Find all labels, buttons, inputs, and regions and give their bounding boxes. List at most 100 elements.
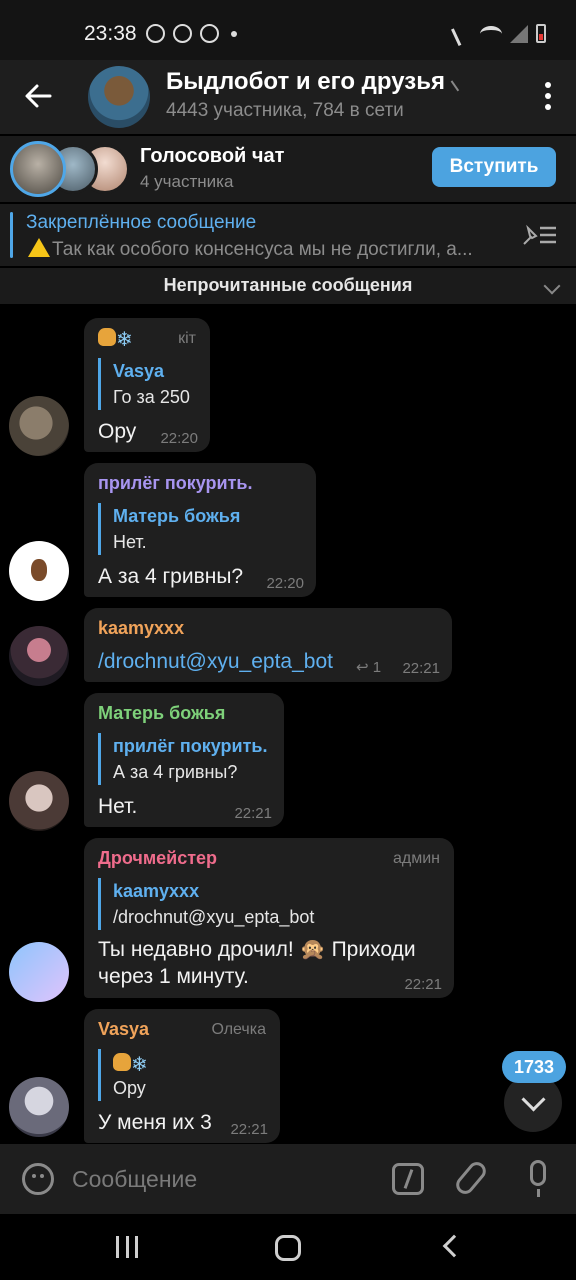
reply-text: Ору	[113, 1078, 146, 1098]
snowflake-icon: ❄	[116, 329, 133, 351]
message-time: 22:20	[160, 430, 198, 447]
message-bubble[interactable]: Матерь божья прилёг покурить. А за 4 гри…	[84, 693, 284, 827]
message-bubble[interactable]: Vasya Олечка ❄ Ору У меня их 3 22:21	[84, 1009, 280, 1143]
system-navigation-bar	[0, 1214, 576, 1280]
sender-name[interactable]: Vasya	[98, 1019, 149, 1040]
muted-icon	[450, 74, 468, 92]
chrome-icon	[200, 24, 219, 43]
reply-quote[interactable]: ❄ Ору	[98, 1049, 148, 1101]
back-arrow-icon[interactable]	[22, 80, 54, 112]
sync-icon	[173, 24, 192, 43]
bot-commands-icon[interactable]	[392, 1163, 424, 1195]
reply-arrow-icon: ↩	[356, 659, 369, 676]
user-avatar[interactable]	[9, 626, 69, 686]
cat-icon	[113, 1053, 131, 1071]
pinned-list-icon[interactable]	[522, 224, 558, 246]
pinned-indicator	[10, 212, 13, 258]
reply-quote[interactable]: Vasya Го за 250	[98, 358, 190, 410]
replies-count: 1	[372, 659, 382, 676]
reply-author: Матерь божья	[113, 506, 241, 526]
attach-icon[interactable]	[452, 1158, 490, 1198]
reply-text: /drochnut@xyu_epta_bot	[113, 907, 315, 927]
reply-text: Нет.	[113, 532, 147, 552]
home-icon[interactable]	[275, 1235, 301, 1261]
whatsapp-icon	[146, 24, 165, 43]
microphone-icon[interactable]	[530, 1160, 546, 1197]
message-text: Нет.	[98, 795, 138, 818]
message-bubble[interactable]: kaamyxxx /drochnut@xyu_epta_bot ↩ 1 22:2…	[84, 608, 452, 682]
reply-author: kaamyxxx	[113, 881, 200, 901]
message-time: 22:21	[404, 976, 442, 993]
reply-author: Vasya	[113, 361, 165, 381]
voice-chat-bar[interactable]: Голосовой чат 4 участника Вступить	[0, 136, 576, 202]
user-title-badge: кіт	[178, 330, 196, 347]
status-system-icons	[451, 21, 546, 46]
status-time: 23:38	[84, 22, 137, 45]
reply-author: прилёг покурить.	[113, 736, 268, 756]
user-avatar[interactable]	[9, 771, 69, 831]
join-voice-button[interactable]: Вступить	[432, 147, 556, 187]
bot-command-link[interactable]: /drochnut@xyu_epta_bot	[98, 650, 333, 674]
user-title-badge: админ	[392, 850, 440, 867]
message-time: 22:21	[234, 805, 272, 822]
message-time: 22:21	[230, 1121, 268, 1138]
message-text-line-1: Ты недавно дрочил! 🙊 Приходи	[98, 938, 416, 961]
status-bar: 23:38	[0, 0, 576, 60]
sender-emoji: ❄	[98, 328, 133, 351]
cat-icon	[98, 328, 116, 346]
more-options-icon[interactable]	[544, 82, 552, 110]
reply-quote[interactable]: kaamyxxx /drochnut@xyu_epta_bot	[98, 878, 314, 930]
voice-chat-subtitle: 4 участника	[140, 172, 234, 191]
message-text-line-2: через 1 минуту.	[98, 965, 249, 988]
warning-icon	[28, 238, 50, 257]
voice-participant-avatar	[10, 141, 66, 197]
reply-quote[interactable]: Матерь божья Нет.	[98, 503, 240, 555]
snowflake-icon: ❄	[131, 1054, 148, 1076]
message-text: Ору	[98, 420, 137, 443]
unread-messages-divider: Непрочитанные сообщения	[0, 268, 576, 304]
message-text: А за 4 гривны?	[98, 565, 244, 588]
message-bubble[interactable]: Дрочмейстер админ kaamyxxx /drochnut@xyu…	[84, 838, 454, 998]
message-text: У меня их 3	[98, 1111, 212, 1134]
chat-title[interactable]: Быдлобот и его друзья	[166, 68, 468, 96]
message-input[interactable]	[72, 1162, 372, 1196]
sender-name[interactable]: Дрочмейстер	[98, 848, 217, 869]
recent-apps-icon[interactable]	[116, 1236, 138, 1258]
emoji-icon[interactable]	[22, 1163, 54, 1195]
chat-subtitle: 4443 участника, 784 в сети	[166, 100, 404, 121]
replies-counter[interactable]: ↩ 1	[356, 658, 381, 676]
system-back-icon[interactable]	[442, 1234, 466, 1258]
unread-count-badge: 1733	[502, 1051, 566, 1083]
user-avatar[interactable]	[9, 1077, 69, 1137]
user-avatar[interactable]	[9, 541, 69, 601]
signal-icon	[510, 24, 528, 43]
status-notification-icons	[146, 24, 237, 43]
chat-avatar[interactable]	[88, 66, 150, 128]
voice-chat-title: Голосовой чат	[140, 145, 285, 167]
message-bubble[interactable]: прилёг покурить. Матерь божья Нет. А за …	[84, 463, 316, 597]
wifi-icon	[480, 25, 502, 42]
battery-icon	[536, 24, 546, 43]
more-notifications-icon	[231, 30, 237, 37]
pinned-text: Так как особого консенсуса мы не достигл…	[52, 239, 473, 260]
unread-label: Непрочитанные сообщения	[163, 275, 413, 295]
message-time: 22:20	[266, 575, 304, 592]
chat-header: Быдлобот и его друзья 4443 участника, 78…	[0, 60, 576, 134]
message-composer	[0, 1144, 576, 1214]
pinned-message-bar[interactable]: Закреплённое сообщение Так как особого к…	[0, 204, 576, 266]
sender-name[interactable]: прилёг покурить.	[98, 473, 252, 494]
reply-author-emoji: ❄	[113, 1049, 148, 1075]
message-bubble[interactable]: ❄ кіт Vasya Го за 250 Ору 22:20	[84, 318, 210, 452]
sender-name[interactable]: Матерь божья	[98, 703, 225, 724]
message-time: 22:21	[402, 660, 440, 677]
sender-name[interactable]: kaamyxxx	[98, 618, 184, 639]
user-avatar[interactable]	[9, 396, 69, 456]
pinned-title: Закреплённое сообщение	[26, 212, 257, 233]
pinned-preview: Так как особого консенсуса мы не достигл…	[26, 238, 516, 261]
reply-text: Го за 250	[113, 387, 190, 407]
reply-text: А за 4 гривны?	[113, 762, 238, 782]
chat-title-text: Быдлобот и его друзья	[166, 68, 445, 95]
user-avatar[interactable]	[9, 942, 69, 1002]
reply-quote[interactable]: прилёг покурить. А за 4 гривны?	[98, 733, 267, 785]
user-title-badge: Олечка	[211, 1021, 266, 1038]
